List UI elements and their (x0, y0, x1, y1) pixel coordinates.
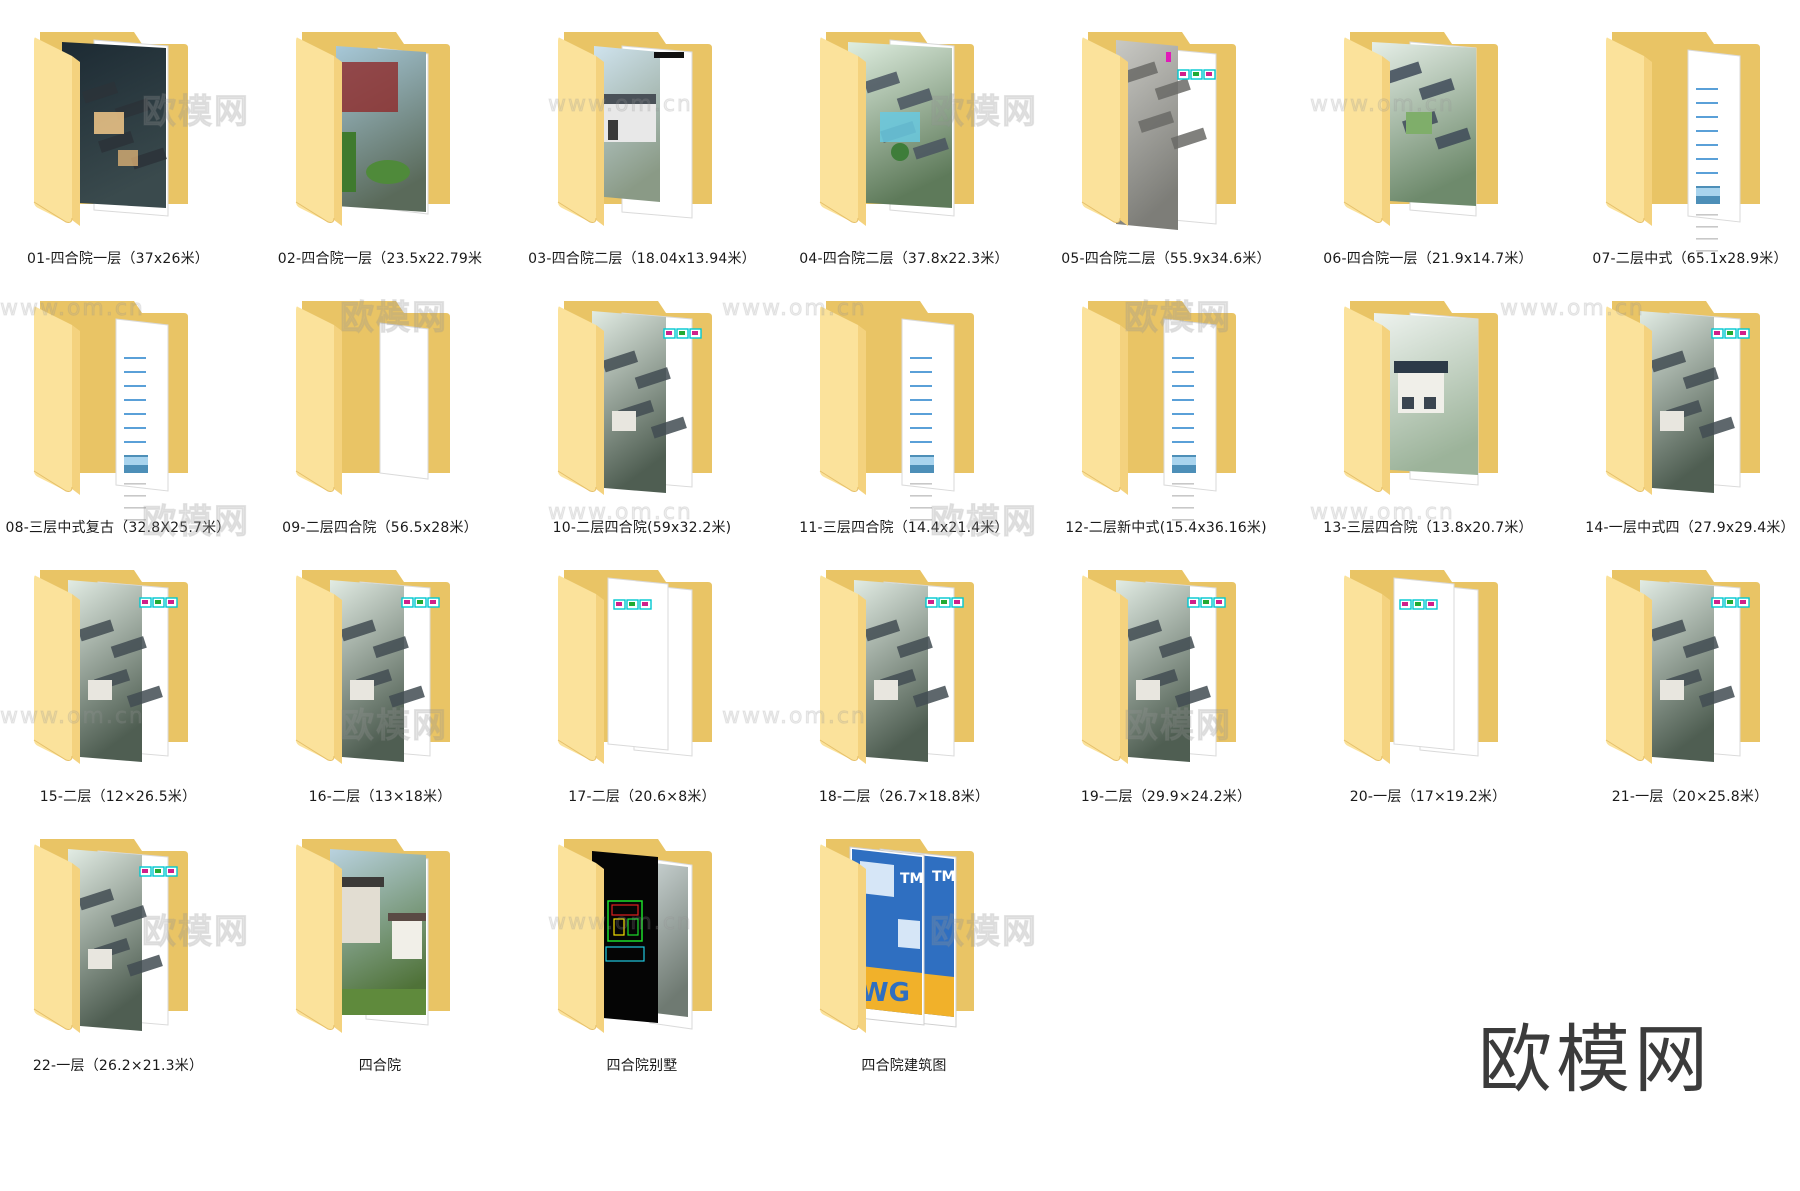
folder-item[interactable]: 20-一层（17×19.2米） (1308, 538, 1548, 808)
folder-label: 03-四合院二层（18.04x13.94米） (528, 251, 756, 267)
folder-item[interactable]: 01-四合院一层（37x26米） (0, 0, 238, 270)
folder-thumbnail (330, 849, 429, 1026)
folder-icon (295, 301, 450, 495)
folder-item[interactable]: 04-四合院二层（37.8x22.3米） (784, 0, 1024, 270)
folder-item[interactable]: 06-四合院一层（21.9x14.7米） (1308, 0, 1548, 270)
folder-thumbnail (379, 322, 429, 480)
folder-item[interactable]: 17-二层（20.6×8米） (522, 538, 762, 808)
folder-icon (1343, 301, 1498, 495)
folder-thumbnail (336, 46, 429, 215)
folder-label: 12-二层新中式(15.4x36.16米) (1065, 520, 1267, 536)
folder-item[interactable]: 14-一层中式四（27.9x29.4米） (1570, 269, 1800, 539)
svg-text:TM: TM (932, 869, 955, 885)
folder-icon (33, 32, 188, 226)
folder-icon (1605, 301, 1760, 495)
folder-label: 四合院建筑图 (861, 1058, 947, 1074)
folder-thumbnail (1116, 580, 1226, 762)
folder-icon (557, 301, 712, 495)
folder-icon (33, 301, 188, 521)
folder-label: 08-三层中式复古（32.8X25.7米） (5, 520, 231, 536)
folder-item[interactable]: 21-一层（20×25.8米） (1570, 538, 1800, 808)
folder-item[interactable]: 08-三层中式复古（32.8X25.7米） (0, 269, 238, 539)
folder-label: 09-二层四合院（56.5x28米） (282, 520, 478, 536)
folder-icon (557, 839, 712, 1033)
folder-icon: TM TM WG (819, 839, 974, 1033)
folder-label: 02-四合院一层（23.5x22.79米 (277, 251, 483, 267)
folder-label: 19-二层（29.9×24.2米） (1080, 789, 1252, 805)
folder-label: 01-四合院一层（37x26米） (27, 251, 209, 267)
folder-label: 07-二层中式（65.1x28.9米） (1592, 251, 1788, 267)
folder-thumbnail (854, 580, 964, 762)
folder-item[interactable]: 09-二层四合院（56.5x28米） (260, 269, 500, 539)
folder-icon (557, 570, 712, 764)
folder-item[interactable]: 四合院别墅 (522, 807, 762, 1077)
folder-thumbnail (594, 45, 693, 219)
folder-label: 22-一层（26.2×21.3米） (32, 1058, 204, 1074)
folder-label: 四合院 (358, 1058, 402, 1074)
folder-item[interactable]: 03-四合院二层（18.04x13.94米） (522, 0, 762, 270)
folder-icon (295, 570, 450, 764)
brand-logo-text: 欧模网 (1478, 1017, 1712, 1103)
folder-thumbnail (1640, 311, 1750, 493)
folder-thumbnail (1163, 318, 1217, 521)
folder-icon (1605, 570, 1760, 764)
folder-label: 04-四合院二层（37.8x22.3米） (799, 251, 1009, 267)
folder-item[interactable]: TM TM WG 四合院建筑图 (784, 807, 1024, 1077)
folder-icon (557, 32, 712, 226)
folder-item[interactable]: 22-一层（26.2×21.3米） (0, 807, 238, 1077)
folder-item[interactable]: 13-三层四合院（13.8x20.7米） (1308, 269, 1548, 539)
folder-label: 13-三层四合院（13.8x20.7米） (1323, 520, 1533, 536)
folder-icon (819, 570, 974, 764)
folder-label: 15-二层（12×26.5米） (39, 789, 197, 805)
folder-label: 18-二层（26.7×18.8米） (818, 789, 990, 805)
folder-thumbnail (1116, 40, 1217, 230)
folder-item[interactable]: 四合院 (260, 807, 500, 1077)
folder-label: 20-一层（17×19.2米） (1349, 789, 1507, 805)
folder-label: 06-四合院一层（21.9x14.7米） (1323, 251, 1533, 267)
folder-thumbnail (330, 580, 440, 762)
svg-text:WG: WG (860, 978, 910, 1008)
folder-icon (1081, 32, 1236, 230)
folder-label: 四合院别墅 (606, 1058, 678, 1074)
folder-thumbnail (607, 577, 693, 757)
folder-thumbnail (68, 849, 178, 1031)
folder-item[interactable]: 02-四合院一层（23.5x22.79米 (260, 0, 500, 270)
folder-item[interactable]: 16-二层（13×18米） (260, 538, 500, 808)
folder-thumbnail (592, 851, 693, 1030)
folder-icon (819, 32, 974, 226)
folder-icon (1081, 301, 1236, 521)
folder-label: 05-四合院二层（55.9x34.6米） (1061, 251, 1271, 267)
folder-item[interactable]: 07-二层中式（65.1x28.9米） (1570, 0, 1800, 270)
folder-label: 17-二层（20.6×8米） (568, 789, 716, 805)
folder-thumbnail (68, 580, 178, 762)
folder-icon (1081, 570, 1236, 764)
folder-thumbnail (115, 318, 169, 521)
folder-label: 16-二层（13×18米） (308, 789, 452, 805)
folder-thumbnail (1687, 49, 1741, 252)
folder-item[interactable]: 11-三层四合院（14.4x21.4米） (784, 269, 1024, 539)
folder-item[interactable]: 15-二层（12×26.5米） (0, 538, 238, 808)
folder-item[interactable]: 10-二层四合院(59x32.2米) (522, 269, 762, 539)
folder-icon (295, 32, 450, 226)
folder-icon (1605, 32, 1760, 252)
folder-item[interactable]: 18-二层（26.7×18.8米） (784, 538, 1024, 808)
folder-item[interactable]: 19-二层（29.9×24.2米） (1046, 538, 1286, 808)
folder-label: 14-一层中式四（27.9x29.4米） (1585, 520, 1795, 536)
folder-icon (1343, 32, 1498, 226)
folder-label: 10-二层四合院(59x32.2米) (552, 520, 732, 536)
folder-icon (33, 839, 188, 1033)
folder-thumbnail (1393, 577, 1479, 757)
folder-label: 11-三层四合院（14.4x21.4米） (799, 520, 1009, 536)
folder-icon (295, 839, 450, 1033)
folder-thumbnail (1640, 580, 1750, 762)
folder-item[interactable]: 05-四合院二层（55.9x34.6米） (1046, 0, 1286, 270)
folder-icon (819, 301, 974, 521)
folder-item[interactable]: 12-二层新中式(15.4x36.16米) (1046, 269, 1286, 539)
svg-text:TM: TM (900, 871, 923, 887)
folder-icon (1343, 570, 1498, 764)
folder-thumbnail (901, 318, 955, 521)
folder-label: 21-一层（20×25.8米） (1611, 789, 1769, 805)
folder-thumbnail (592, 311, 702, 493)
folder-icon (33, 570, 188, 764)
